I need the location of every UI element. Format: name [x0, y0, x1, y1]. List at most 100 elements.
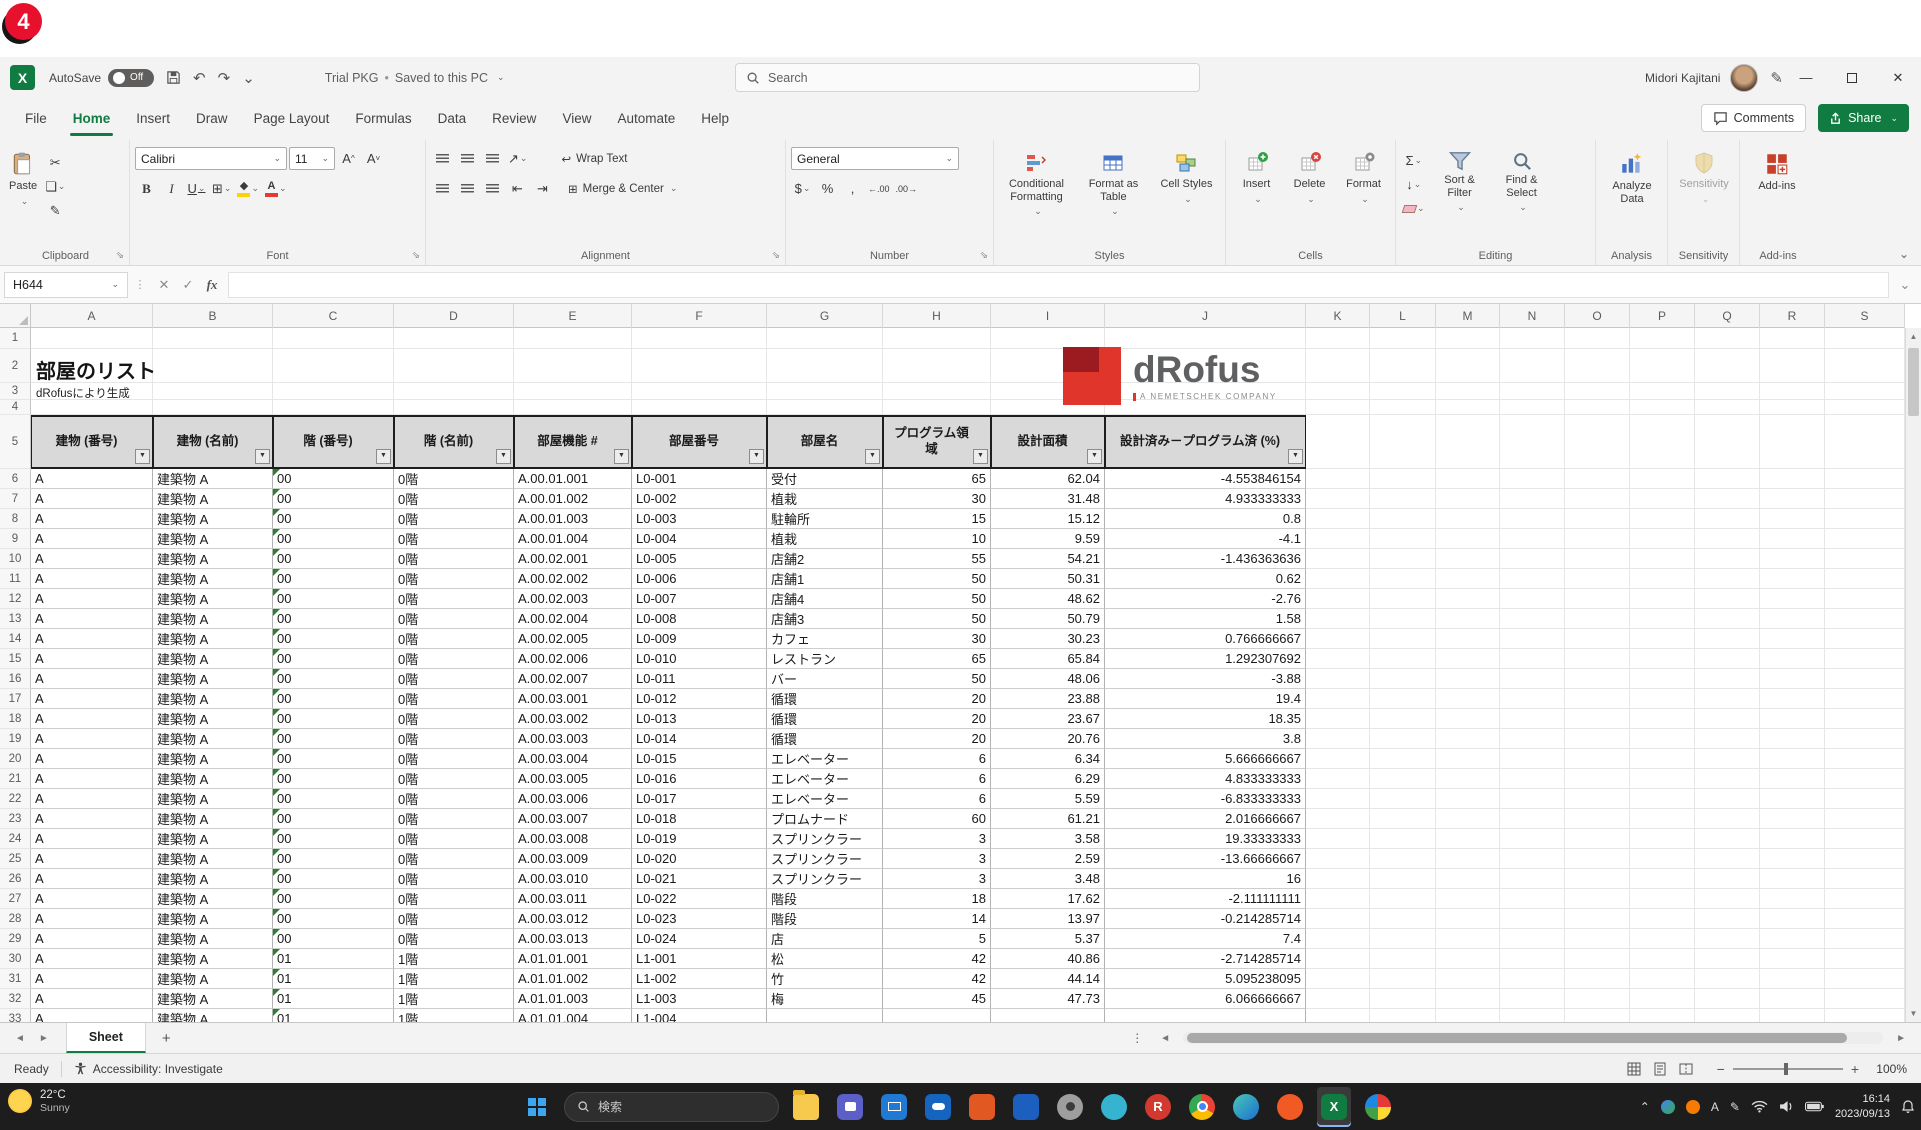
column-header-I[interactable]: I — [991, 304, 1105, 328]
accessibility-status[interactable]: Accessibility: Investigate — [93, 1062, 223, 1076]
cell-P30[interactable] — [1630, 949, 1695, 969]
cell-Q4[interactable] — [1695, 400, 1760, 415]
cell-C24[interactable]: 00 — [273, 829, 394, 849]
cell-R23[interactable] — [1760, 809, 1825, 829]
cell-F22[interactable]: L0-017 — [632, 789, 767, 809]
decrease-decimal-button[interactable]: .00→ — [894, 177, 920, 200]
cell-F2[interactable] — [632, 349, 767, 383]
tray-app-icon-1[interactable] — [1661, 1100, 1675, 1114]
cell-I12[interactable]: 48.62 — [991, 589, 1105, 609]
cell-F15[interactable]: L0-010 — [632, 649, 767, 669]
cell-G31[interactable]: 竹 — [767, 969, 883, 989]
bold-button[interactable]: B — [135, 177, 158, 200]
cell-S30[interactable] — [1825, 949, 1905, 969]
weather-widget[interactable]: 22°C Sunny — [8, 1088, 70, 1114]
row-number-2[interactable]: 2 — [0, 349, 31, 383]
cell-I5[interactable]: 設計面積▼ — [991, 415, 1105, 469]
cell-Q10[interactable] — [1695, 549, 1760, 569]
cell-F30[interactable]: L1-001 — [632, 949, 767, 969]
cell-F20[interactable]: L0-015 — [632, 749, 767, 769]
cell-K30[interactable] — [1306, 949, 1370, 969]
cell-B10[interactable]: 建築物 A — [153, 549, 273, 569]
cell-B30[interactable]: 建築物 A — [153, 949, 273, 969]
column-header-H[interactable]: H — [883, 304, 991, 328]
cell-A32[interactable]: A — [31, 989, 153, 1009]
analyze-data-button[interactable]: Analyze Data — [1601, 147, 1663, 209]
cell-R21[interactable] — [1760, 769, 1825, 789]
cell-P25[interactable] — [1630, 849, 1695, 869]
cell-G26[interactable]: スプリンクラー — [767, 869, 883, 889]
cell-J1[interactable] — [1105, 328, 1306, 349]
cell-O31[interactable] — [1565, 969, 1630, 989]
cell-G2[interactable] — [767, 349, 883, 383]
cell-S4[interactable] — [1825, 400, 1905, 415]
font-size-combo[interactable]: 11⌄ — [289, 147, 335, 170]
cell-R1[interactable] — [1760, 328, 1825, 349]
cell-A5[interactable]: 建物 (番号)▼ — [31, 415, 153, 469]
cell-J17[interactable]: 19.4 — [1105, 689, 1306, 709]
cell-C7[interactable]: 00 — [273, 489, 394, 509]
cell-J28[interactable]: -0.214285714 — [1105, 909, 1306, 929]
column-header-A[interactable]: A — [31, 304, 153, 328]
cell-H29[interactable]: 5 — [883, 929, 991, 949]
cell-P27[interactable] — [1630, 889, 1695, 909]
cell-K33[interactable] — [1306, 1009, 1370, 1022]
cell-Q31[interactable] — [1695, 969, 1760, 989]
cell-D14[interactable]: 0階 — [394, 629, 514, 649]
cell-S11[interactable] — [1825, 569, 1905, 589]
cell-F14[interactable]: L0-009 — [632, 629, 767, 649]
italic-button[interactable]: I — [160, 177, 183, 200]
zoom-level[interactable]: 100% — [1873, 1062, 1921, 1076]
cell-L31[interactable] — [1370, 969, 1436, 989]
cell-G28[interactable]: 階段 — [767, 909, 883, 929]
cell-L19[interactable] — [1370, 729, 1436, 749]
cell-D17[interactable]: 0階 — [394, 689, 514, 709]
share-button[interactable]: Share ⌄ — [1818, 104, 1909, 132]
borders-button[interactable]: ⊞⌄ — [210, 177, 233, 200]
vertical-scroll-thumb[interactable] — [1908, 348, 1919, 416]
cell-Q30[interactable] — [1695, 949, 1760, 969]
cell-O7[interactable] — [1565, 489, 1630, 509]
cell-F28[interactable]: L0-023 — [632, 909, 767, 929]
filter-button-C[interactable]: ▼ — [376, 449, 391, 464]
cell-C33[interactable]: 01 — [273, 1009, 394, 1022]
cell-J11[interactable]: 0.62 — [1105, 569, 1306, 589]
filter-button-B[interactable]: ▼ — [255, 449, 270, 464]
cell-O4[interactable] — [1565, 400, 1630, 415]
sheet-nav-left-icon[interactable]: ◄ — [15, 1033, 25, 1044]
cell-I18[interactable]: 23.67 — [991, 709, 1105, 729]
cell-Q1[interactable] — [1695, 328, 1760, 349]
cell-O22[interactable] — [1565, 789, 1630, 809]
cell-O24[interactable] — [1565, 829, 1630, 849]
increase-decimal-button[interactable]: ←.00 — [866, 177, 892, 200]
cell-N1[interactable] — [1500, 328, 1565, 349]
cell-C2[interactable] — [273, 349, 394, 383]
cell-E14[interactable]: A.00.02.005 — [514, 629, 632, 649]
row-number-17[interactable]: 17 — [0, 689, 31, 709]
cell-A27[interactable]: A — [31, 889, 153, 909]
row-number-8[interactable]: 8 — [0, 509, 31, 529]
cell-A14[interactable]: A — [31, 629, 153, 649]
cell-P4[interactable] — [1630, 400, 1695, 415]
cell-R32[interactable] — [1760, 989, 1825, 1009]
battery-icon[interactable] — [1805, 1101, 1824, 1112]
document-title[interactable]: Trial PKG • Saved to this PC ⌄ — [325, 71, 505, 85]
column-header-N[interactable]: N — [1500, 304, 1565, 328]
cell-C5[interactable]: 階 (番号)▼ — [273, 415, 394, 469]
cell-C10[interactable]: 00 — [273, 549, 394, 569]
row-number-26[interactable]: 26 — [0, 869, 31, 889]
cell-L1[interactable] — [1370, 328, 1436, 349]
number-dialog-launcher[interactable]: ⇘ — [980, 250, 988, 261]
page-layout-view-button[interactable] — [1647, 1057, 1673, 1081]
excel-app-icon[interactable]: X — [10, 65, 35, 90]
cell-O20[interactable] — [1565, 749, 1630, 769]
tab-help[interactable]: Help — [688, 98, 742, 138]
cell-L22[interactable] — [1370, 789, 1436, 809]
cell-H15[interactable]: 65 — [883, 649, 991, 669]
cell-O13[interactable] — [1565, 609, 1630, 629]
cell-R15[interactable] — [1760, 649, 1825, 669]
comma-style-button[interactable]: , — [841, 177, 864, 200]
cell-Q29[interactable] — [1695, 929, 1760, 949]
cell-S17[interactable] — [1825, 689, 1905, 709]
cell-L6[interactable] — [1370, 469, 1436, 489]
